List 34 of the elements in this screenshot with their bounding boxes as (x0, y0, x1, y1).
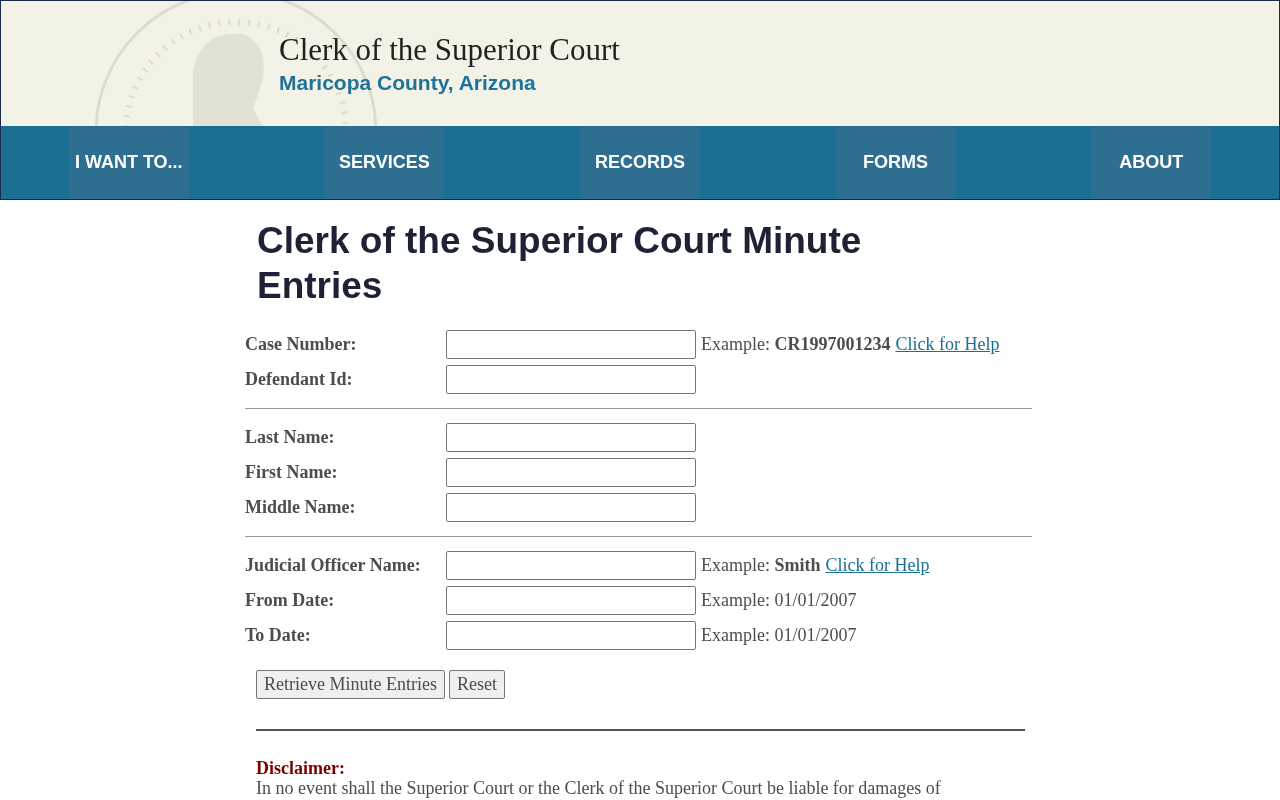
disclaimer-heading: Disclaimer: (256, 758, 346, 778)
field-label: First Name: (245, 461, 339, 484)
nav-link[interactable]: FORMS (835, 126, 956, 199)
field-label: Middle Name: (245, 496, 357, 519)
text-input-field[interactable] (446, 621, 696, 650)
field-label: To Date: (245, 624, 312, 647)
text-input-field[interactable] (446, 493, 696, 522)
field-label: Case Number: (245, 333, 358, 356)
form-button[interactable]: Reset (448, 670, 505, 699)
nav-link[interactable]: ABOUT (1091, 126, 1212, 199)
text-input-field[interactable] (446, 423, 696, 452)
text-input-field[interactable] (446, 458, 696, 487)
site-title: Clerk of the Superior Court (279, 31, 620, 69)
page-title: Clerk of the Superior Court Minute Entries (257, 219, 863, 308)
example-hint: Example: CR1997001234 (701, 333, 891, 356)
nav-link[interactable]: SERVICES (324, 126, 445, 199)
field-label: Last Name: (245, 426, 336, 449)
text-input-field[interactable] (446, 586, 696, 615)
help-link[interactable]: Click for Help (825, 552, 930, 579)
example-hint: Example: Smith (701, 554, 821, 577)
form-button[interactable]: Retrieve Minute Entries (256, 670, 445, 699)
text-input-field[interactable] (446, 330, 696, 359)
example-hint: Example: 01/01/2007 (701, 624, 857, 647)
example-hint: Example: 01/01/2007 (701, 589, 857, 612)
site-subtitle: Maricopa County, Arizona (279, 69, 537, 96)
field-label: Judicial Officer Name: (245, 554, 422, 577)
help-link[interactable]: Click for Help (895, 331, 1000, 358)
text-input-field[interactable] (446, 365, 696, 394)
text-input-field[interactable] (446, 551, 696, 580)
field-label: Defendant Id: (245, 368, 354, 391)
nav-link[interactable]: RECORDS (580, 126, 700, 199)
disclaimer-text: In no event shall the Superior Court or the Clerk of the Superior Court be liable for damages of (256, 778, 942, 798)
nav-link[interactable]: I WANT TO... (68, 126, 189, 199)
field-label: From Date: (245, 589, 336, 612)
